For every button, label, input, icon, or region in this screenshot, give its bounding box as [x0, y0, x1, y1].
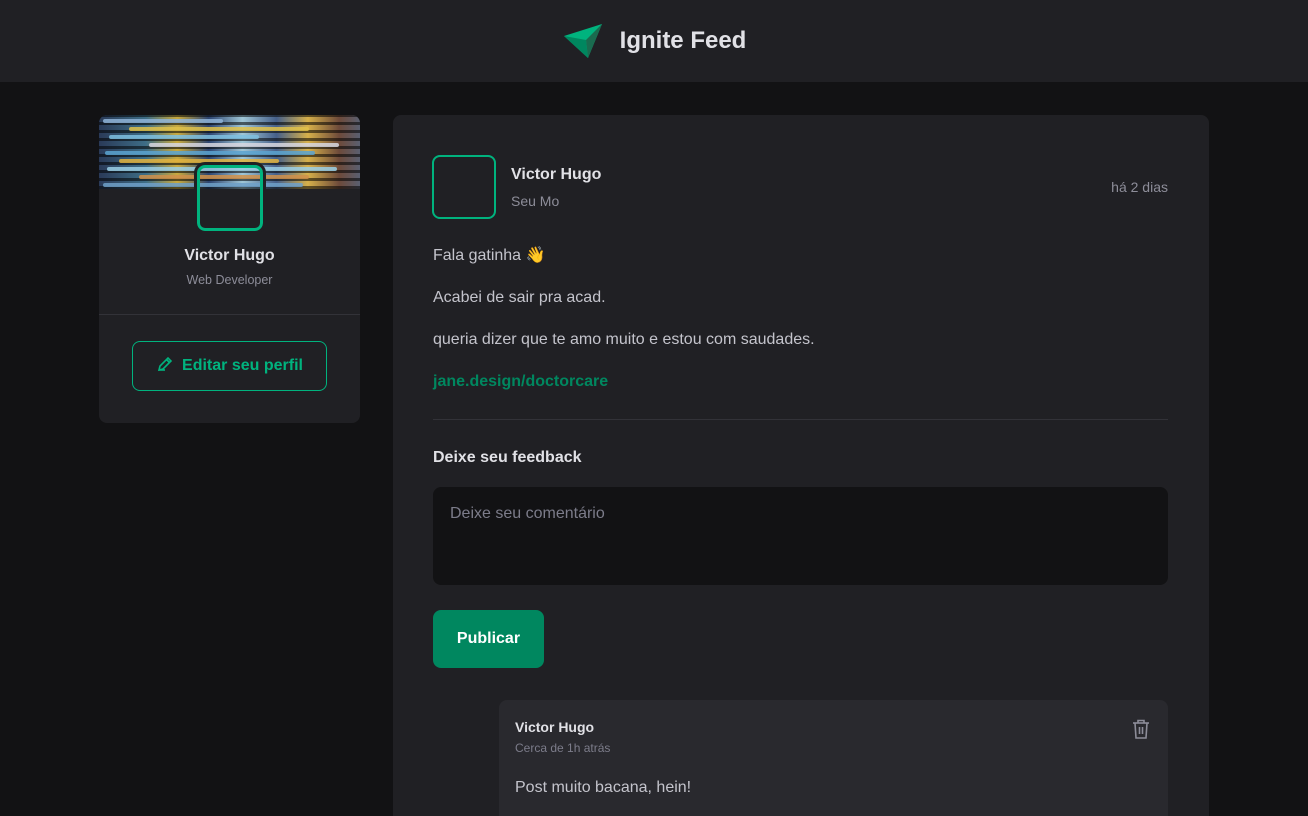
comment-timestamp: Cerca de 1h atrás — [515, 741, 611, 755]
comment-input[interactable] — [433, 487, 1168, 585]
app-title: Ignite Feed — [619, 27, 747, 54]
post-author-role: Seu Mo — [511, 193, 560, 209]
publish-button[interactable]: Publicar — [433, 610, 544, 668]
post-text-line: Acabei de sair pra acad. — [433, 289, 606, 306]
post-author-avatar[interactable] — [432, 155, 496, 219]
post-link[interactable]: jane.design/doctorcare — [433, 373, 608, 391]
app-header: Ignite Feed — [0, 0, 1308, 82]
feedback-title: Deixe seu feedback — [433, 449, 582, 466]
trash-icon[interactable] — [1131, 718, 1151, 740]
post-text-line: Fala gatinha 👋 — [433, 247, 546, 264]
edit-profile-label: Editar seu perfil — [182, 357, 303, 374]
post-text-line: queria dizer que te amo muito e estou co… — [433, 331, 815, 348]
post-author-name: Victor Hugo — [511, 166, 602, 183]
edit-profile-button[interactable]: Editar seu perfil — [132, 341, 327, 391]
divider — [99, 314, 360, 315]
profile-name: Victor Hugo — [184, 247, 275, 264]
comment-text: Post muito bacana, hein! — [515, 779, 692, 796]
ignite-logo-icon — [562, 22, 604, 60]
comment-item: Victor Hugo Cerca de 1h atrás Post muito… — [499, 700, 1168, 816]
profile-avatar[interactable] — [194, 162, 266, 234]
divider — [433, 419, 1168, 420]
post-timestamp: há 2 dias — [1111, 179, 1168, 195]
comment-author: Victor Hugo — [515, 719, 595, 735]
pencil-icon — [156, 355, 174, 378]
post-card: Victor Hugo Seu Mo há 2 dias Fala gatinh… — [393, 115, 1209, 816]
profile-sidebar: Victor Hugo Web Developer Editar seu per… — [99, 115, 360, 423]
profile-role: Web Developer — [186, 273, 273, 287]
